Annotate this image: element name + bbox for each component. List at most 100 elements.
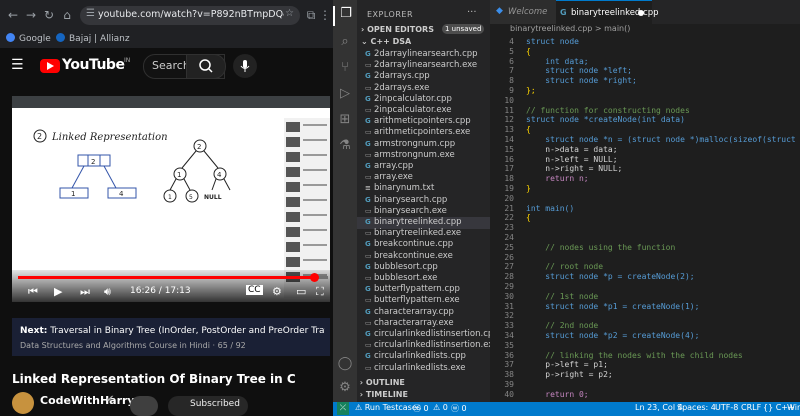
- explorer-icon[interactable]: ❐: [333, 6, 357, 26]
- manage-gear-icon[interactable]: ⚙: [333, 380, 357, 400]
- back-icon[interactable]: ←: [6, 8, 20, 22]
- folder-header[interactable]: ⌄ C++ DSA: [361, 37, 411, 46]
- file-name: 2darrays.exe: [374, 82, 430, 93]
- previous-icon[interactable]: ⏮: [28, 285, 38, 299]
- file-item[interactable]: ▭ arithmeticpointers.exe: [357, 127, 490, 139]
- file-item[interactable]: ▭ 2darrays.exe: [357, 83, 490, 95]
- cpp-file-icon: G: [365, 285, 371, 294]
- hamburger-menu-icon[interactable]: ☰: [11, 57, 24, 73]
- run-debug-icon[interactable]: ▷: [333, 86, 357, 106]
- search-icon[interactable]: ⌕: [333, 34, 357, 54]
- file-item[interactable]: ▭ 2inpcalculator.exe: [357, 105, 490, 117]
- status-bar: ⤫ ⚠ Run Testcases ⓧ 0 ⚠ 0 ⓦ 0 Ln 23, Col…: [333, 402, 800, 416]
- file-item[interactable]: ▭ circularlinkedlists.exe: [357, 363, 490, 375]
- channel-avatar[interactable]: [12, 392, 34, 414]
- tab-binarytreelinked[interactable]: G binarytreelinked.cpp: [556, 0, 659, 25]
- site-info-icon[interactable]: ☰: [86, 8, 95, 19]
- file-item[interactable]: Gcircularlinkedlists.cpp: [357, 351, 490, 363]
- file-item[interactable]: Gcharacterarray.cpp: [357, 307, 490, 319]
- file-item[interactable]: G 2inpcalculator.cpp: [357, 94, 490, 106]
- reload-icon[interactable]: ↻: [42, 8, 56, 22]
- code-editor[interactable]: 4 struct node 5 {6 int data; 7 struct node *…: [490, 36, 800, 402]
- volume-icon[interactable]: 🔊︎: [104, 285, 111, 299]
- extensions-icon[interactable]: ⊞: [333, 112, 357, 132]
- run-testcases-button[interactable]: ⚠ Run Testcases: [355, 403, 421, 412]
- file-item[interactable]: G 2darraylinearsearch.cpp: [357, 49, 490, 61]
- ports-count[interactable]: ⓦ 0: [451, 403, 467, 414]
- outline-section[interactable]: › OUTLINE: [357, 378, 490, 390]
- file-item[interactable]: Gbutterflypattern.cpp: [357, 284, 490, 296]
- open-editors-section[interactable]: › OPEN EDITORS: [361, 25, 434, 34]
- file-item[interactable]: ▭ array.exe: [357, 172, 490, 184]
- progress-scrubber[interactable]: [309, 273, 319, 282]
- video-title: Linked Representation Of Binary Tree in …: [12, 372, 296, 386]
- up-next-card[interactable]: Next: Traversal in Binary Tree (InOrder,…: [12, 318, 330, 356]
- screenshot-icon[interactable]: ⧉: [304, 8, 318, 22]
- bookmark-star-icon[interactable]: ☆: [285, 8, 294, 19]
- testing-icon[interactable]: ⚗: [333, 138, 357, 158]
- file-item[interactable]: ▭ armstrongnum.exe: [357, 150, 490, 162]
- file-item[interactable]: ▭ 2darraylinearsearch.exe: [357, 60, 490, 72]
- error-count[interactable]: ⓧ 0: [413, 403, 429, 414]
- fullscreen-icon[interactable]: ⛶: [316, 285, 324, 299]
- line-number: 26: [504, 252, 514, 262]
- file-item[interactable]: Gbubblesort.cpp: [357, 262, 490, 274]
- svg-text:2: 2: [197, 143, 201, 151]
- warning-count[interactable]: ⚠ 0: [433, 403, 448, 412]
- source-control-icon[interactable]: ⑂: [333, 60, 357, 80]
- file-item[interactable]: Gbreakcontinue.cpp: [357, 239, 490, 251]
- voice-search-button[interactable]: [233, 54, 257, 78]
- tab-welcome[interactable]: ◆ Welcome: [490, 0, 556, 24]
- more-actions-icon[interactable]: ···: [467, 7, 477, 18]
- file-item[interactable]: G 2darrays.cpp: [357, 71, 490, 83]
- line-number: 6: [509, 56, 514, 66]
- search-button[interactable]: [186, 54, 226, 79]
- file-item[interactable]: ▭ bubblesort.exe: [357, 273, 490, 285]
- file-item[interactable]: Gbinarysearch.cpp: [357, 195, 490, 207]
- file-item[interactable]: Garmstrongnum.cpp: [357, 139, 490, 151]
- cpp-file-icon: G: [365, 139, 371, 148]
- file-item[interactable]: Garray.cpp: [357, 161, 490, 173]
- settings-gear-icon[interactable]: ⚙: [272, 285, 282, 298]
- home-icon[interactable]: ⌂: [60, 8, 74, 22]
- next-icon[interactable]: ⏭: [80, 285, 90, 299]
- file-item[interactable]: Gcircularlinkedlistinsertion.cpp: [357, 329, 490, 341]
- remote-icon[interactable]: ⤫: [337, 402, 349, 415]
- timeline-section[interactable]: › TIMELINE: [357, 390, 490, 402]
- exe-file-icon: ▭: [365, 173, 372, 182]
- channel-name[interactable]: CodeWithHarry: [40, 394, 135, 407]
- play-icon[interactable]: ▶: [54, 285, 62, 298]
- file-item[interactable]: ▭ binarysearch.exe: [357, 206, 490, 218]
- breadcrumb[interactable]: binarytreelinked.cpp > main(): [490, 24, 800, 36]
- file-item[interactable]: ▭ butterflypattern.exe: [357, 295, 490, 307]
- file-name: armstrongnum.exe: [374, 149, 455, 160]
- bookmark-google[interactable]: Google: [6, 33, 51, 44]
- address-bar[interactable]: ☰ youtube.com/watch?v=P892nBTmpDQ&list=P…: [80, 6, 300, 25]
- file-item[interactable]: ▭ circularlinkedlistinsertion.exe: [357, 340, 490, 352]
- file-item[interactable]: ▭ characterarray.exe: [357, 318, 490, 330]
- code-line: n->right = NULL;: [526, 164, 623, 174]
- code-line: struct node *left;: [526, 66, 632, 76]
- indentation[interactable]: Spaces: 4: [677, 403, 716, 412]
- vscode-icon: ◆: [496, 6, 503, 16]
- miniplayer-icon[interactable]: ▭: [296, 285, 306, 298]
- cpp-file-icon: G: [365, 307, 371, 316]
- join-button[interactable]: [130, 396, 158, 416]
- file-item[interactable]: ≡ binarynum.txt: [357, 183, 490, 195]
- exe-file-icon: ▭: [365, 128, 372, 137]
- account-icon[interactable]: ◯: [333, 356, 357, 376]
- file-item[interactable]: Gbinarytreelinked.cpp: [357, 217, 490, 229]
- platform[interactable]: Win32: [787, 403, 800, 412]
- encoding[interactable]: UTF-8: [715, 403, 738, 412]
- sidebar-thumbnail-title: [303, 154, 327, 156]
- file-item[interactable]: Garithmeticpointers.cpp: [357, 116, 490, 128]
- extensions-icon[interactable]: ⋮: [318, 8, 332, 22]
- cursor-position[interactable]: Ln 23, Col 4: [635, 403, 683, 412]
- line-ending[interactable]: CRLF: [741, 403, 761, 412]
- captions-icon[interactable]: CC: [246, 285, 263, 295]
- unsaved-dot-icon[interactable]: [638, 10, 644, 16]
- file-item[interactable]: ▭ breakcontinue.exe: [357, 251, 490, 263]
- forward-icon[interactable]: →: [24, 8, 38, 22]
- file-item[interactable]: ▭ binarytreelinked.exe: [357, 228, 490, 240]
- bookmark-bajaj[interactable]: Bajaj | Allianz: [56, 33, 130, 44]
